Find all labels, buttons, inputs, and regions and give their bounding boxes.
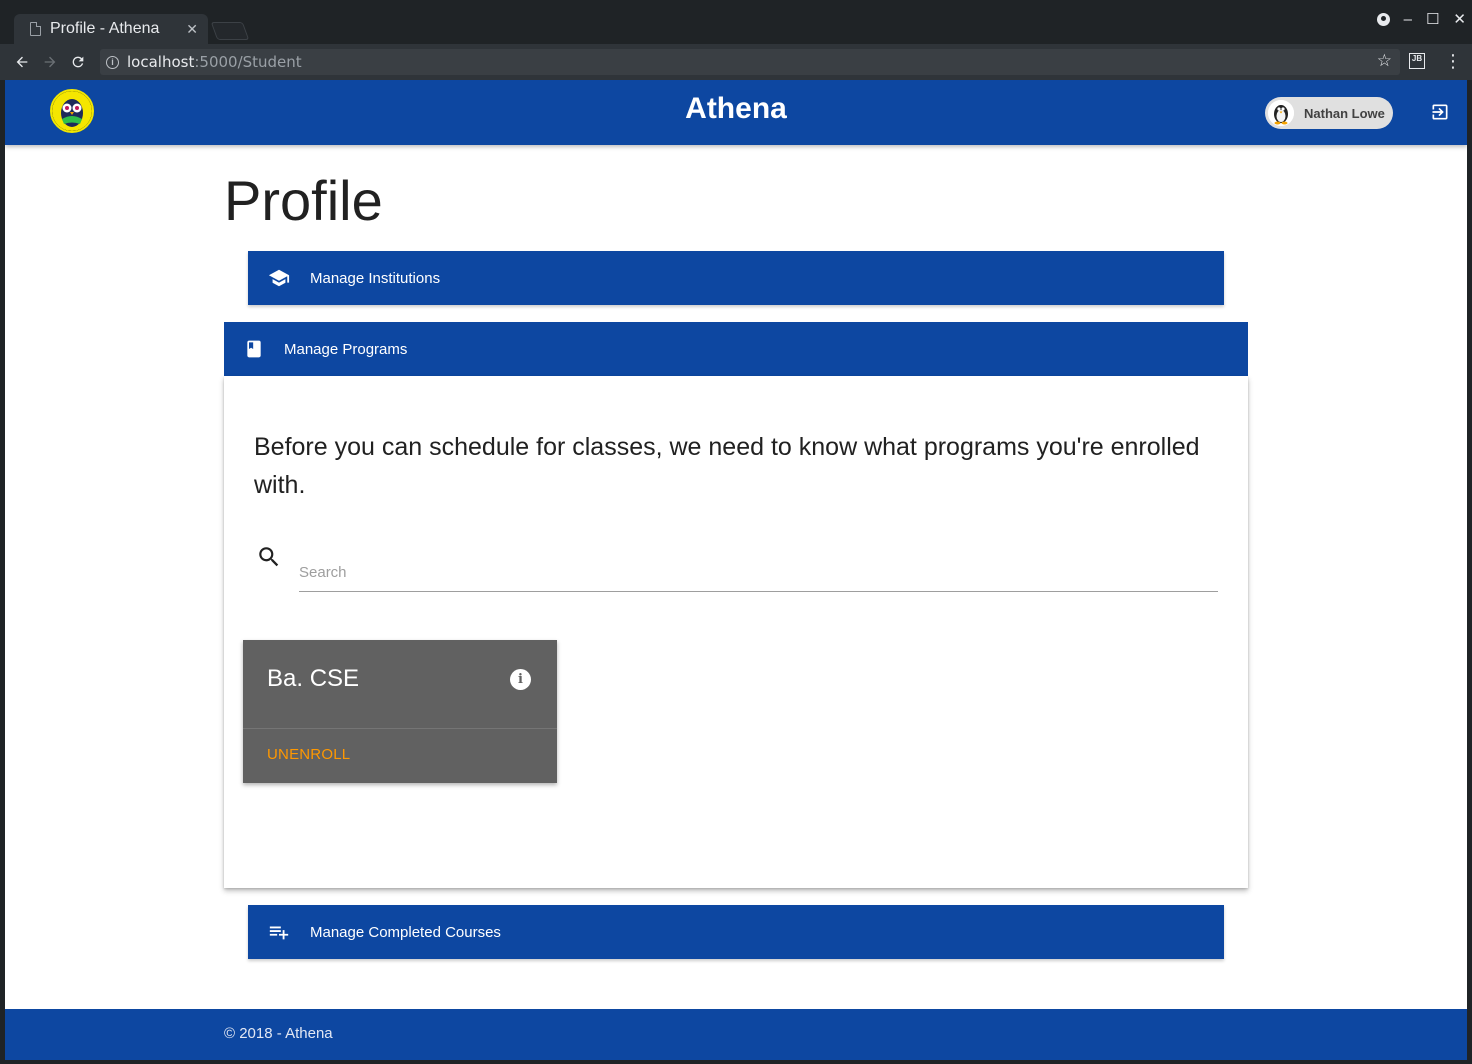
penguin-avatar-icon bbox=[1268, 100, 1294, 126]
app-title: Athena bbox=[685, 92, 787, 125]
page-footer: © 2018 - Athena bbox=[5, 1009, 1467, 1060]
panel-header-programs[interactable]: Manage Programs bbox=[224, 322, 1248, 376]
arrow-forward-icon bbox=[44, 56, 56, 68]
panel-label-programs: Manage Programs bbox=[284, 340, 408, 358]
browser-menu-icon[interactable]: ⋮ bbox=[1444, 52, 1462, 70]
book-icon bbox=[247, 340, 261, 358]
site-info-icon[interactable]: i bbox=[106, 55, 119, 69]
program-search-input[interactable] bbox=[299, 554, 1218, 592]
jetbrains-extension-icon[interactable]: JB bbox=[1409, 53, 1425, 69]
playlist-add-icon bbox=[269, 926, 289, 940]
browser-tab[interactable]: Profile - Athena ✕ bbox=[14, 14, 208, 44]
program-card: Ba. CSE i UNENROLL bbox=[243, 640, 557, 783]
minimize-button[interactable]: ‒ bbox=[1404, 12, 1412, 27]
school-icon bbox=[268, 269, 290, 287]
tab-close-button[interactable]: ✕ bbox=[186, 21, 198, 38]
panel-header-institutions[interactable]: Manage Institutions bbox=[248, 251, 1224, 305]
user-avatar bbox=[1268, 100, 1294, 126]
panel-label-completed-courses: Manage Completed Courses bbox=[310, 923, 501, 941]
info-icon[interactable]: i bbox=[510, 669, 531, 690]
forward-button[interactable] bbox=[36, 48, 64, 76]
panel-label-institutions: Manage Institutions bbox=[310, 269, 441, 287]
address-bar[interactable]: i localhost:5000/Student ☆ bbox=[100, 49, 1400, 75]
url-host: localhost bbox=[127, 53, 195, 71]
page-viewport: Athena Nathan Lowe Profile Manage Instit… bbox=[5, 80, 1467, 1060]
app-header: Athena Nathan Lowe bbox=[5, 80, 1467, 145]
unenroll-button[interactable]: UNENROLL bbox=[267, 746, 350, 763]
back-button[interactable] bbox=[8, 48, 36, 76]
card-divider bbox=[243, 728, 557, 729]
arrow-back-icon bbox=[16, 56, 28, 68]
logout-icon[interactable] bbox=[1430, 102, 1450, 122]
window-controls: ‒ ☐ ✕ bbox=[1376, 12, 1466, 27]
reload-button[interactable] bbox=[64, 48, 92, 76]
maximize-button[interactable]: ☐ bbox=[1426, 12, 1439, 27]
footer-copyright: © 2018 - Athena bbox=[224, 1025, 333, 1042]
programs-intro-text: Before you can schedule for classes, we … bbox=[254, 433, 1200, 499]
program-card-title: Ba. CSE bbox=[267, 665, 360, 692]
user-chip[interactable]: Nathan Lowe bbox=[1265, 97, 1393, 129]
browser-toolbar: i localhost:5000/Student ☆ bbox=[0, 44, 1472, 80]
search-icon bbox=[259, 547, 279, 567]
close-window-button[interactable]: ✕ bbox=[1453, 12, 1466, 27]
bookmark-star-icon[interactable]: ☆ bbox=[1377, 51, 1392, 71]
browser-titlebar: Profile - Athena ✕ ‒ ☐ ✕ bbox=[0, 0, 1472, 44]
programs-panel-body: Before you can schedule for classes, we … bbox=[224, 376, 1248, 888]
user-name: Nathan Lowe bbox=[1304, 105, 1385, 121]
reload-icon bbox=[72, 56, 84, 68]
panel-header-completed-courses[interactable]: Manage Completed Courses bbox=[248, 905, 1224, 959]
url-path: :5000/Student bbox=[194, 53, 302, 71]
profile-icon[interactable] bbox=[1376, 13, 1390, 26]
tab-title: Profile - Athena bbox=[50, 20, 160, 37]
page-icon bbox=[30, 22, 41, 36]
new-tab-button[interactable] bbox=[210, 22, 250, 40]
page-title: Profile bbox=[224, 169, 383, 232]
